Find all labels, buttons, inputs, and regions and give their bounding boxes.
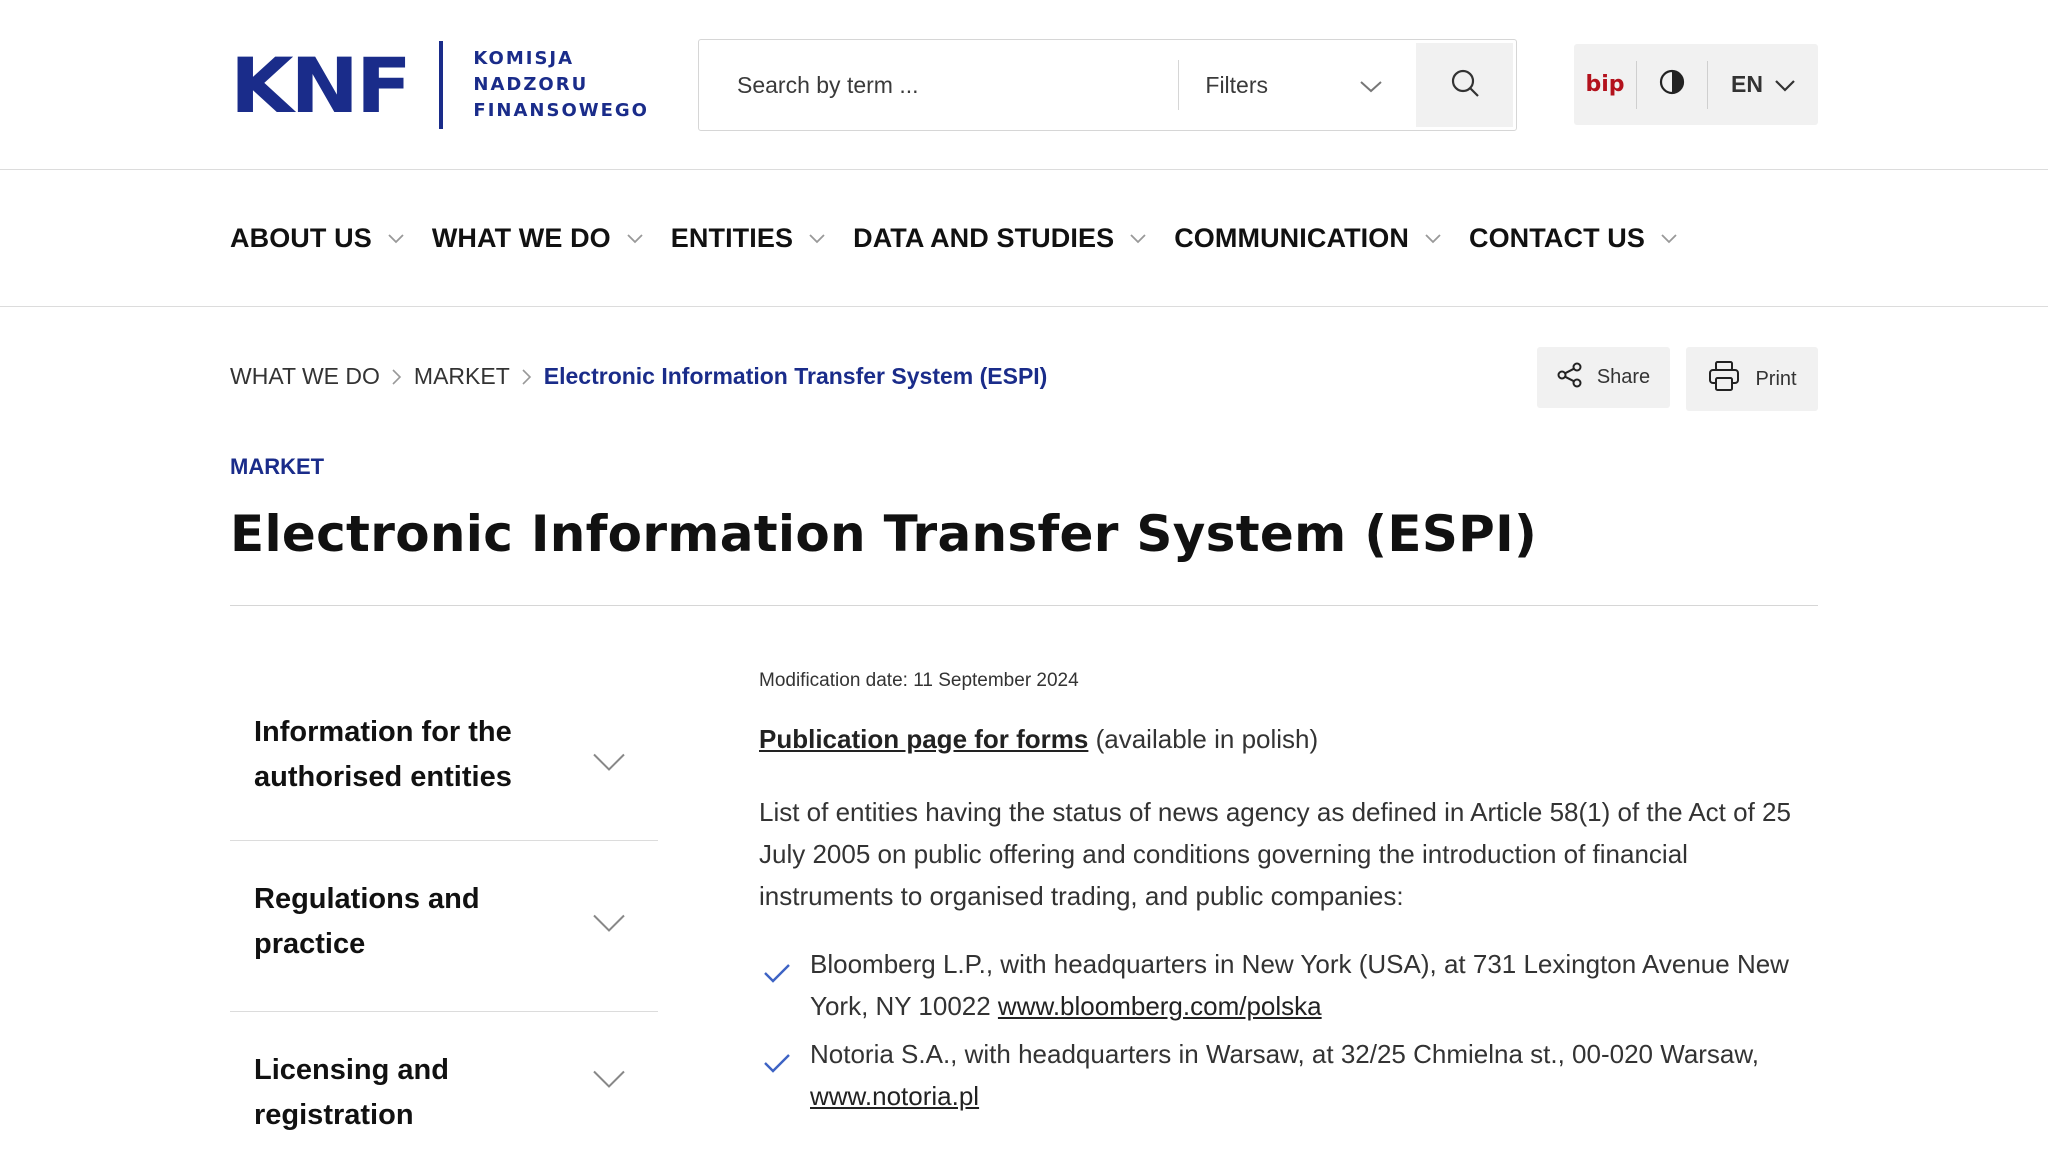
- chevron-down-icon: [592, 1070, 626, 1095]
- chevron-right-icon: [522, 368, 532, 385]
- chevron-down-icon: [1130, 233, 1146, 244]
- page-title: Electronic Information Transfer System (…: [230, 505, 1538, 563]
- chevron-down-icon: [592, 753, 626, 778]
- main-content: Modification date: 11 September 2024 Pub…: [759, 670, 1819, 1123]
- nav-item-label: ABOUT US: [230, 223, 372, 253]
- bip-link[interactable]: bip: [1574, 44, 1636, 125]
- list-item-text: Bloomberg L.P., with headquarters in New…: [810, 943, 1819, 1027]
- list-item: Notoria S.A., with headquarters in Warsa…: [759, 1033, 1819, 1117]
- nav-item-communication[interactable]: COMMUNICATION: [1174, 223, 1441, 254]
- nav-item-about-us[interactable]: ABOUT US: [230, 223, 404, 254]
- chevron-down-icon: [627, 233, 643, 244]
- entity-link[interactable]: www.bloomberg.com/polska: [998, 991, 1322, 1021]
- divider: [230, 605, 1818, 606]
- accordion-item-licensing[interactable]: Licensing and registration: [230, 1012, 658, 1152]
- entity-description: Notoria S.A., with headquarters in Warsa…: [810, 1039, 1759, 1069]
- chevron-down-icon: [809, 233, 825, 244]
- publication-note: (available in polish): [1088, 724, 1319, 754]
- accordion-item-label: Licensing and registration: [254, 1054, 449, 1131]
- print-label: Print: [1755, 367, 1797, 390]
- logo-mark: KNF: [230, 40, 412, 130]
- accordion-item-label: Regulations and practice: [254, 883, 480, 960]
- nav-item-label: COMMUNICATION: [1174, 223, 1409, 253]
- nav-item-contact-us[interactable]: CONTACT US: [1469, 223, 1677, 254]
- modification-date: Modification date: 11 September 2024: [759, 670, 1079, 691]
- publication-line: Publication page for forms (available in…: [759, 724, 1819, 755]
- site-header: KNF KOMISJA NADZORU FINANSOWEGO Filters …: [0, 0, 2048, 170]
- intro-paragraph: List of entities having the status of ne…: [759, 797, 1791, 911]
- nav-item-entities[interactable]: ENTITIES: [671, 223, 825, 254]
- list-item-text: Notoria S.A., with headquarters in Warsa…: [810, 1033, 1819, 1117]
- language-label: EN: [1731, 71, 1763, 97]
- search-input[interactable]: [699, 40, 1179, 130]
- logo-line: FINANSOWEGO: [473, 100, 649, 121]
- logo-line: KOMISJA: [473, 48, 575, 69]
- page-category[interactable]: MARKET: [230, 454, 324, 480]
- accordion-item-label: Information for the authorised entities: [254, 716, 512, 793]
- breadcrumb-current: Electronic Information Transfer System (…: [543, 363, 1048, 389]
- share-button[interactable]: Share: [1537, 347, 1670, 408]
- search-bar: Filters: [698, 39, 1517, 131]
- logo-text: KOMISJA NADZORU FINANSOWEGO: [473, 46, 649, 124]
- search-button[interactable]: [1416, 43, 1513, 127]
- utility-bar: bip EN: [1574, 44, 1818, 125]
- chevron-right-icon: [392, 368, 402, 385]
- print-button[interactable]: Print: [1686, 347, 1818, 411]
- checkmark-icon: [759, 1033, 810, 1117]
- share-icon: [1557, 362, 1583, 394]
- filters-dropdown[interactable]: Filters: [1179, 40, 1416, 130]
- contrast-icon: [1659, 69, 1685, 100]
- chevron-down-icon: [388, 233, 404, 244]
- filters-label: Filters: [1205, 71, 1269, 98]
- share-label: Share: [1596, 366, 1651, 388]
- publication-forms-link[interactable]: Publication page for forms: [759, 724, 1088, 754]
- nav-item-label: WHAT WE DO: [431, 223, 611, 253]
- breadcrumb: WHAT WE DO MARKET Electronic Information…: [230, 363, 1047, 390]
- logo-divider: [439, 41, 444, 129]
- checkmark-icon: [759, 943, 810, 1027]
- chevron-down-icon: [1775, 71, 1795, 98]
- main-navigation: ABOUT US WHAT WE DO ENTITIES DATA AND ST…: [0, 170, 2048, 307]
- nav-item-label: DATA AND STUDIES: [853, 223, 1115, 253]
- list-item: Bloomberg L.P., with headquarters in New…: [759, 943, 1819, 1027]
- knf-logo[interactable]: KNF KOMISJA NADZORU FINANSOWEGO: [230, 40, 649, 130]
- chevron-down-icon: [1360, 72, 1382, 99]
- contrast-toggle[interactable]: [1637, 44, 1707, 125]
- entity-list: Bloomberg L.P., with headquarters in New…: [759, 943, 1819, 1117]
- breadcrumb-item[interactable]: WHAT WE DO: [230, 363, 380, 390]
- chevron-down-icon: [1425, 233, 1441, 244]
- accordion-item-regulations[interactable]: Regulations and practice: [230, 841, 658, 1012]
- nav-item-label: CONTACT US: [1468, 223, 1645, 253]
- nav-item-data-and-studies[interactable]: DATA AND STUDIES: [853, 223, 1146, 254]
- nav-item-label: ENTITIES: [670, 223, 794, 253]
- sidebar-accordion: Information for the authorised entities …: [230, 690, 658, 1152]
- language-selector[interactable]: EN: [1708, 44, 1818, 125]
- chevron-down-icon: [1661, 233, 1677, 244]
- chevron-down-icon: [592, 914, 626, 939]
- logo-line: NADZORU: [473, 74, 589, 95]
- printer-icon: [1707, 359, 1741, 399]
- nav-item-what-we-do[interactable]: WHAT WE DO: [432, 223, 643, 254]
- breadcrumb-item[interactable]: MARKET: [414, 363, 510, 390]
- entity-link[interactable]: www.notoria.pl: [810, 1081, 979, 1111]
- accordion-item-authorised-entities[interactable]: Information for the authorised entities: [230, 690, 658, 841]
- search-icon: [1450, 68, 1480, 103]
